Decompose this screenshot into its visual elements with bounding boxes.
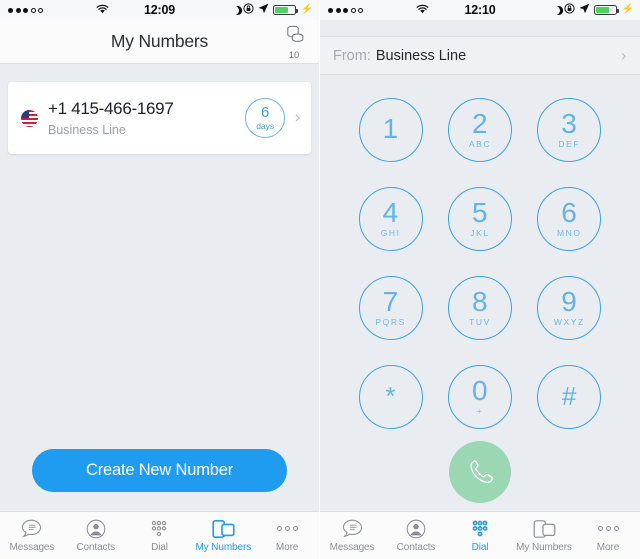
key-letters: DEF <box>558 139 581 150</box>
dual-screenshot-container: 12:09 ⚡ My Numbers 10 +1 415-466-1697 Bu… <box>0 0 640 559</box>
from-line-selector[interactable]: From: Business Line › <box>320 36 640 75</box>
key-letters: GHI <box>380 228 401 239</box>
tab-label: Contacts <box>76 542 116 553</box>
dialpad-key-9[interactable]: 9 WXYZ <box>537 275 602 340</box>
key-letters: ABC <box>468 139 492 150</box>
tab-label: Dial <box>471 542 489 553</box>
more-ellipsis-icon <box>276 518 298 539</box>
key-letters: PQRS <box>375 317 406 328</box>
key-digit: 2 <box>471 108 489 140</box>
dialpad-key-8[interactable]: 8 TUV <box>447 275 512 340</box>
page-title: My Numbers <box>110 31 209 51</box>
dialpad-key-5[interactable]: 5 JKL <box>447 186 512 251</box>
tab-label: More <box>596 542 620 553</box>
key-letters: WXYZ <box>553 317 585 328</box>
tab-label: My Numbers <box>195 542 252 553</box>
dialpad-key-2[interactable]: 2 ABC <box>447 97 512 162</box>
coins-stack-icon <box>283 25 305 50</box>
key-letters: JKL <box>470 228 490 239</box>
tab-label: More <box>275 542 299 553</box>
tab-messages[interactable]: Messages <box>320 512 384 559</box>
number-card[interactable]: +1 415-466-1697 Business Line 6 days › <box>8 82 311 154</box>
from-value: Business Line <box>375 47 467 64</box>
tab-label: My Numbers <box>516 542 572 553</box>
tab-dial[interactable]: Dial <box>448 512 512 559</box>
credits-balance-button[interactable]: 10 <box>283 25 305 61</box>
contacts-person-icon <box>86 518 106 539</box>
more-ellipsis-icon <box>597 518 619 539</box>
dialpad: 1 2 ABC 3 DEF 4 GHI 5 JKL 6 MNO 7 PQRS 8… <box>320 75 640 441</box>
tab-my-numbers[interactable]: My Numbers <box>512 512 576 559</box>
my-numbers-phones-icon <box>212 518 235 539</box>
key-digit: 6 <box>561 197 578 229</box>
phone-number: +1 415-466-1697 <box>48 99 174 118</box>
left-screen-my-numbers: 12:09 ⚡ My Numbers 10 +1 415-466-1697 Bu… <box>0 0 320 559</box>
my-numbers-body: +1 415-466-1697 Business Line 6 days › C… <box>0 64 319 511</box>
key-digit: 7 <box>382 286 399 318</box>
battery-icon <box>272 5 298 15</box>
dialpad-key-1[interactable]: 1 <box>358 97 423 162</box>
key-letters: MNO <box>557 228 582 239</box>
chevron-right-icon: › <box>620 46 627 65</box>
credits-count: 10 <box>288 50 300 61</box>
status-bar-clock: 12:09 <box>144 3 175 17</box>
status-bar-clock: 12:10 <box>464 3 496 17</box>
key-digit: 3 <box>561 108 578 140</box>
contacts-person-icon <box>406 518 426 539</box>
dialpad-key-star[interactable]: * <box>358 364 423 429</box>
tab-dial[interactable]: Dial <box>128 512 192 559</box>
key-digit: # <box>561 380 577 411</box>
messages-bubble-icon <box>342 518 363 539</box>
key-digit: * <box>385 380 396 411</box>
dialpad-dots-icon <box>470 518 490 539</box>
dialpad-key-hash[interactable]: # <box>537 364 602 429</box>
call-button[interactable] <box>449 441 511 503</box>
chevron-right-icon: › <box>294 107 301 128</box>
from-label: From: <box>333 47 371 64</box>
tab-label: Dial <box>151 542 168 553</box>
tab-label: Contacts <box>396 542 436 553</box>
tab-contacts[interactable]: Contacts <box>64 512 128 559</box>
dialpad-key-7[interactable]: 7 PQRS <box>358 275 423 340</box>
phone-handset-icon <box>465 456 495 489</box>
tab-messages[interactable]: Messages <box>0 512 64 559</box>
dialpad-key-4[interactable]: 4 GHI <box>358 186 423 251</box>
days-unit: days <box>256 121 275 132</box>
tab-my-numbers[interactable]: My Numbers <box>191 512 255 559</box>
line-label: Business Line <box>48 123 126 137</box>
key-digit: 9 <box>561 286 578 318</box>
tab-label: Messages <box>9 542 55 553</box>
key-digit: 8 <box>471 286 489 318</box>
key-digit: 5 <box>471 197 489 229</box>
us-flag-icon <box>21 109 38 127</box>
dialpad-key-6[interactable]: 6 MNO <box>537 186 602 251</box>
key-digit: 1 <box>382 112 399 144</box>
create-new-number-button[interactable]: Create New Number <box>32 449 287 492</box>
key-digit: 0 <box>471 375 489 407</box>
tab-bar: Messages Contacts Dial My Numbers More <box>320 511 640 559</box>
dialpad-key-3[interactable]: 3 DEF <box>537 97 602 162</box>
status-bar: 12:09 ⚡ <box>0 0 319 20</box>
days-value: 6 <box>261 104 270 122</box>
dialpad-dots-icon <box>149 518 169 539</box>
key-letters: TUV <box>469 317 491 328</box>
right-screen-dial: 12:10 ⚡ From: Business Line › 1 2 ABC 3 … <box>320 0 640 559</box>
tab-contacts[interactable]: Contacts <box>384 512 448 559</box>
key-letters: + <box>476 406 484 417</box>
dialpad-key-0[interactable]: 0 + <box>447 364 512 429</box>
battery-icon <box>593 5 619 15</box>
key-digit: 4 <box>382 197 399 229</box>
status-bar: 12:10 ⚡ <box>320 0 640 20</box>
tab-more[interactable]: More <box>576 512 640 559</box>
my-numbers-phones-icon <box>533 518 556 539</box>
messages-bubble-icon <box>21 518 42 539</box>
tab-label: Messages <box>329 542 375 553</box>
expiry-days-badge: 6 days <box>245 98 286 138</box>
tab-bar: Messages Contacts Dial My Numbers More <box>0 511 319 559</box>
navigation-bar: My Numbers 10 <box>0 20 319 64</box>
tab-more[interactable]: More <box>255 512 319 559</box>
